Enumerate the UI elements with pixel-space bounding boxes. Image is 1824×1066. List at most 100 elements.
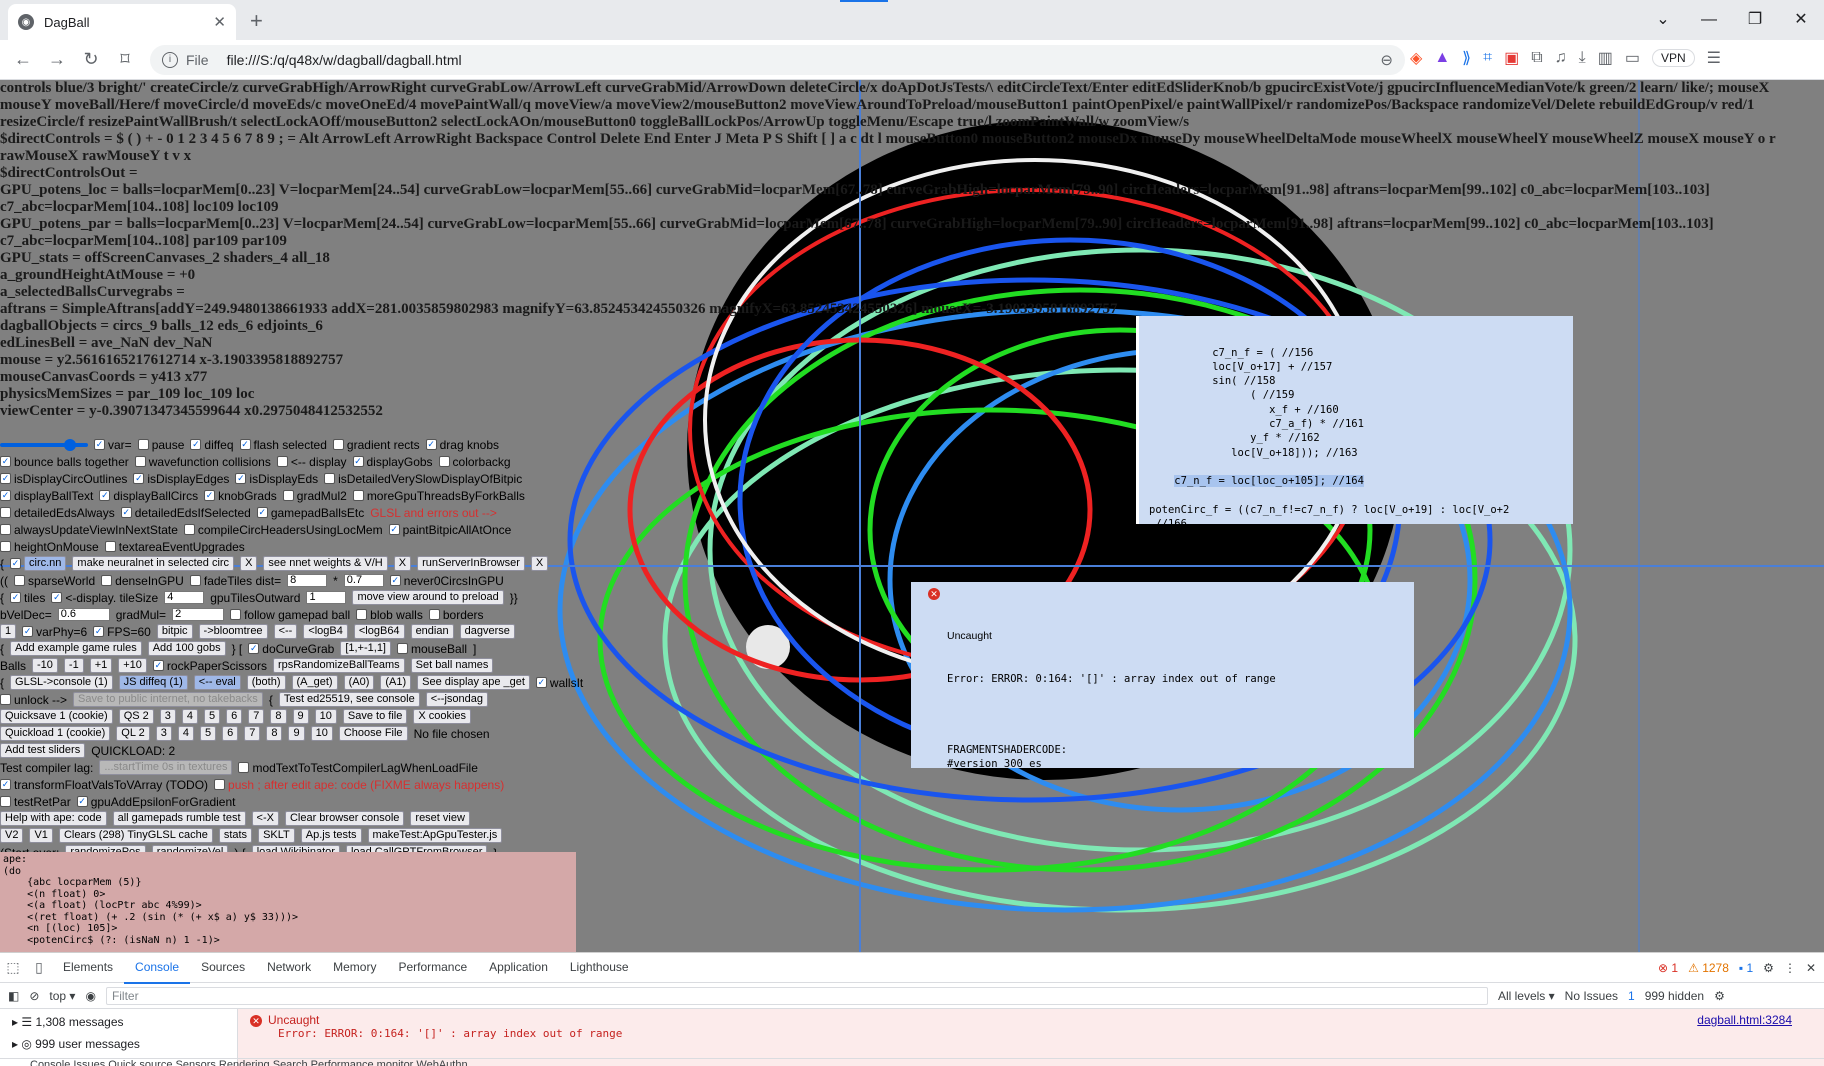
var-slider[interactable] <box>0 438 88 451</box>
inspect-element-icon[interactable]: ⬚ <box>0 959 26 976</box>
checkbox-detailed-eds-always[interactable]: detailedEdsAlways <box>0 506 115 520</box>
bloomtree-button[interactable]: ->bloomtree <box>198 624 268 639</box>
checkbox-never-0-circs[interactable]: ✓ never0CircsInGPU <box>389 574 504 588</box>
info-count-badge[interactable]: ▪ 1 <box>1739 961 1753 975</box>
x-cookies-button[interactable]: X cookies <box>413 709 472 724</box>
v1-button[interactable]: V1 <box>29 828 53 843</box>
set-ball-names-button[interactable]: Set ball names <box>410 658 494 673</box>
checkbox-circ-nn[interactable]: ✓ circ.nn <box>10 556 67 571</box>
devtools-tab-elements[interactable]: Elements <box>52 952 124 984</box>
clear-glsl-cache-button[interactable]: Clears (298) TinyGLSL cache <box>58 828 213 843</box>
media-icon[interactable]: ♫ <box>1555 49 1567 67</box>
downloads-icon[interactable]: ⤓ <box>1579 49 1586 67</box>
sidebar-user-messages[interactable]: ▸ ◎ 999 user messages <box>0 1033 237 1055</box>
a0-button[interactable]: (A0) <box>343 675 375 690</box>
rps-randomize-button[interactable]: rpsRandomizeBallTeams <box>272 658 405 673</box>
sklt-button[interactable]: SKLT <box>258 828 295 843</box>
checkbox-diffeq[interactable]: ✓ diffeq <box>190 438 234 452</box>
start-time-button[interactable]: ...startTime 0s in textures <box>99 760 233 775</box>
tab-close-icon[interactable]: ✕ <box>213 13 226 31</box>
jsondag-button[interactable]: <--jsondag <box>425 692 488 707</box>
checkbox-gamepad-balls[interactable]: ✓ gamepadBallsEtc <box>256 506 364 520</box>
new-tab-icon[interactable]: + <box>250 8 263 34</box>
warning-count-badge[interactable]: ⚠ 1278 <box>1688 961 1729 975</box>
checkbox-display[interactable]: <-- display <box>276 455 347 469</box>
checkbox-var[interactable]: ✓ var= <box>94 438 132 452</box>
checkbox-knob-grads[interactable]: ✓ knobGrads <box>204 489 277 503</box>
choose-file-button[interactable]: Choose File <box>338 726 408 741</box>
run-server-button[interactable]: runServerInBrowser <box>417 556 525 571</box>
checkbox-colorbackg[interactable]: colorbackg <box>438 455 511 469</box>
devtools-settings-icon[interactable]: ⚙ <box>1763 961 1774 975</box>
browser-tab[interactable]: ◉ DagBall ✕ <box>8 4 236 40</box>
menu-icon[interactable]: ☰ <box>1707 48 1721 68</box>
sidebar-toggle-icon[interactable]: ◧ <box>8 989 19 1003</box>
fade-dist-input[interactable]: 8 <box>287 574 328 587</box>
devtools-tab-performance[interactable]: Performance <box>387 952 478 984</box>
quickload-3-button[interactable]: 3 <box>155 726 172 741</box>
quickload-7-button[interactable]: 7 <box>244 726 261 741</box>
checkbox-display-eds[interactable]: ✓ isDisplayEds <box>235 472 318 486</box>
url-text[interactable]: file:///S:/q/q48x/w/dagball/dagball.html <box>227 52 462 68</box>
checkbox-display-gobs[interactable]: ✓ displayGobs <box>352 455 433 469</box>
quickload-4-button[interactable]: 4 <box>177 726 194 741</box>
checkbox-drag-knobs[interactable]: ✓ drag knobs <box>425 438 499 452</box>
make-neuralnet-button[interactable]: make neuralnet in selected circ <box>72 556 235 571</box>
checkbox-dense-gpu[interactable]: denseInGPU <box>101 574 184 588</box>
checkbox-circ-outlines[interactable]: ✓ isDisplayCircOutlines <box>0 472 127 486</box>
live-expression-icon[interactable]: ◉ <box>85 989 95 1003</box>
fade-mul-input[interactable]: 0.7 <box>343 574 384 587</box>
vpn-button[interactable]: VPN <box>1651 49 1695 67</box>
checkbox-walls[interactable]: ✓ wallsIt <box>535 676 583 690</box>
close-server-button[interactable]: X <box>530 556 549 571</box>
checkbox-varphy[interactable]: ✓ varPhy=6 <box>22 625 87 639</box>
see-nnet-weights-button[interactable]: see nnet weights & V/H <box>263 556 388 571</box>
devtools-tab-sources[interactable]: Sources <box>190 952 256 984</box>
devtools-tab-console[interactable]: Console <box>124 952 191 984</box>
quickload-5-button[interactable]: 5 <box>199 726 217 741</box>
back-icon[interactable]: ← <box>6 49 40 70</box>
devtools-tab-lighthouse[interactable]: Lighthouse <box>559 952 640 984</box>
quickload-8-button[interactable]: 8 <box>266 726 283 741</box>
quicksave-8-button[interactable]: 8 <box>270 709 287 724</box>
zoom-icon[interactable]: ⊖ <box>1380 51 1393 69</box>
clear-console-icon[interactable]: ⊘ <box>29 989 39 1003</box>
save-to-file-button[interactable]: Save to file <box>342 709 408 724</box>
checkbox-always-update-view[interactable]: alwaysUpdateViewInNextState <box>0 523 178 537</box>
checkbox-bounce-balls[interactable]: ✓ bounce balls together <box>0 455 129 469</box>
tile-size-input[interactable]: 4 <box>164 591 205 604</box>
brave-rewards-icon[interactable]: ▲ <box>1434 49 1450 67</box>
checkbox-flash-selected[interactable]: ✓ flash selected <box>239 438 327 452</box>
checkbox-gradient-rects[interactable]: gradient rects <box>332 438 420 452</box>
add-100-gobs-button[interactable]: Add 100 gobs <box>147 641 226 656</box>
js-diffeq-button[interactable]: JS diffeq (1) <box>118 675 188 690</box>
quicksave-6-button[interactable]: 6 <box>226 709 243 724</box>
error-count-badge[interactable]: ⊗ 1 <box>1658 961 1678 975</box>
close-x-button[interactable]: <-X <box>251 811 279 826</box>
checkbox-tile-display[interactable]: ✓ <-display. tileSize <box>51 591 158 605</box>
log-levels-select[interactable]: All levels ▾ <box>1498 989 1555 1003</box>
wallet-icon[interactable]: ⟫ <box>1462 48 1471 68</box>
bookmark-icon[interactable]: ⌑ <box>108 49 142 70</box>
console-filter-input[interactable]: Filter <box>105 986 1488 1005</box>
both-button[interactable]: (both) <box>246 675 286 690</box>
a-get-button[interactable]: (A_get) <box>291 675 338 690</box>
logb64-button[interactable]: <logB64 <box>353 624 405 639</box>
help-ape-code-button[interactable]: Help with ape: code <box>0 811 107 826</box>
quicksave-4-button[interactable]: 4 <box>181 709 199 724</box>
checkbox-tiles[interactable]: ✓ tiles <box>10 591 45 605</box>
quicksave-1-button[interactable]: Quicksave 1 (cookie) <box>0 709 113 724</box>
quicksave-5-button[interactable]: 5 <box>204 709 221 724</box>
brave-shields-icon[interactable]: ◈ <box>1410 48 1422 68</box>
checkbox-push[interactable]: push ; after edit ape: code (FIXME alway… <box>214 778 504 792</box>
checkbox-mouse-ball[interactable]: mouseBall <box>397 642 467 656</box>
issues-count[interactable]: 1 <box>1628 989 1635 1003</box>
v2-button[interactable]: V2 <box>0 828 24 843</box>
checkbox-follow-gamepad[interactable]: follow gamepad ball <box>230 608 350 622</box>
ape-code-textarea[interactable]: ape: (do {abc locparMem (5)} <(n float) … <box>0 852 576 952</box>
ap-js-tests-button[interactable]: Ap.js tests <box>300 828 362 843</box>
logb4-button[interactable]: <logB4 <box>303 624 348 639</box>
balls-minus-1-button[interactable]: -1 <box>63 658 84 673</box>
checkbox-borders[interactable]: borders <box>428 608 484 622</box>
checkbox-more-gpu-threads[interactable]: moreGpuThreadsByForkBalls <box>352 489 525 503</box>
